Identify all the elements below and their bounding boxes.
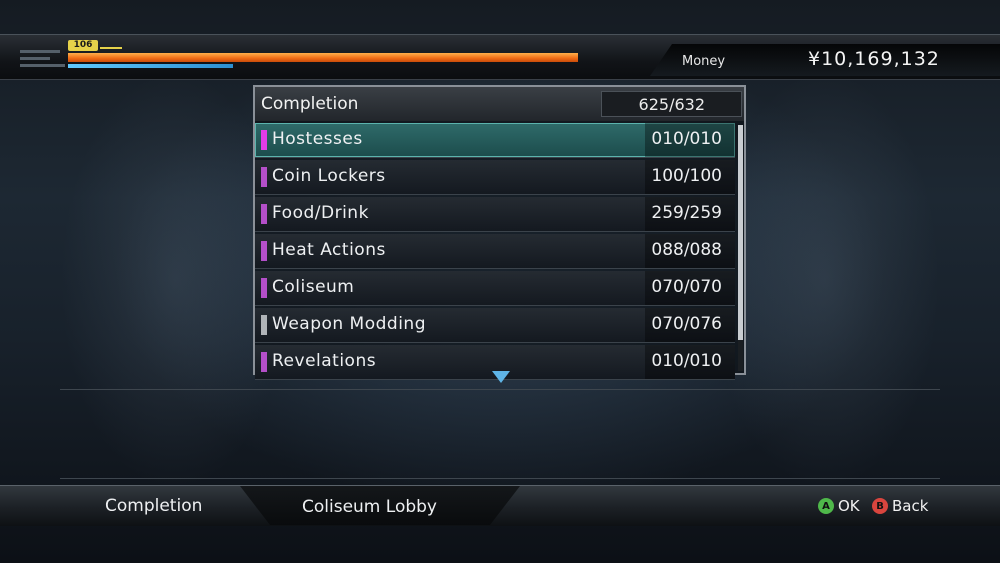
hud-stripe bbox=[20, 64, 65, 67]
menu-name: Completion bbox=[105, 496, 203, 516]
count-box: 259/259 bbox=[645, 197, 735, 231]
category-marker bbox=[261, 352, 267, 372]
list-item-count: 100/100 bbox=[651, 166, 722, 186]
category-marker bbox=[261, 278, 267, 298]
count-box: 070/070 bbox=[645, 271, 735, 305]
level-badge: 106 bbox=[68, 40, 98, 51]
scrollbar-thumb[interactable] bbox=[738, 125, 743, 340]
list-item-count: 010/010 bbox=[651, 129, 722, 149]
panel-header: Completion 625/632 bbox=[255, 87, 744, 121]
list-item-label: Coin Lockers bbox=[272, 166, 386, 186]
ok-button[interactable]: A OK bbox=[818, 497, 860, 515]
level-indicator-line bbox=[100, 47, 122, 49]
money-value: ¥10,169,132 bbox=[808, 48, 940, 70]
list-item-label: Revelations bbox=[272, 351, 377, 371]
list-item-label: Coliseum bbox=[272, 277, 355, 297]
back-label: Back bbox=[892, 497, 929, 515]
count-box: 100/100 bbox=[645, 160, 735, 194]
category-marker bbox=[261, 241, 267, 261]
list-item-label: Weapon Modding bbox=[272, 314, 426, 334]
b-button-icon: B bbox=[872, 498, 888, 514]
count-box: 010/010 bbox=[645, 345, 735, 379]
completion-list: Hostesses 010/010 Coin Lockers 100/100 Food/… bbox=[255, 123, 735, 382]
description-divider-top bbox=[60, 389, 940, 390]
count-box: 088/088 bbox=[645, 234, 735, 268]
health-bar-fill bbox=[68, 53, 578, 62]
list-item-count: 259/259 bbox=[651, 203, 722, 223]
completion-total: 625/632 bbox=[638, 95, 705, 114]
count-box: 010/010 bbox=[645, 123, 735, 157]
list-item-label: Food/Drink bbox=[272, 203, 369, 223]
list-item-count: 070/070 bbox=[651, 277, 722, 297]
category-marker bbox=[261, 315, 267, 335]
list-item-label: Hostesses bbox=[272, 129, 363, 149]
ok-label: OK bbox=[838, 497, 860, 515]
count-box: 070/076 bbox=[645, 308, 735, 342]
list-item[interactable]: Weapon Modding 070/076 bbox=[255, 308, 735, 343]
a-button-icon: A bbox=[818, 498, 834, 514]
category-marker bbox=[261, 204, 267, 224]
money-label: Money bbox=[682, 54, 726, 69]
list-item[interactable]: Heat Actions 088/088 bbox=[255, 234, 735, 269]
description-divider-bottom bbox=[60, 478, 940, 479]
scrollbar[interactable] bbox=[738, 125, 743, 371]
back-button[interactable]: B Back bbox=[872, 497, 928, 515]
location-name: Coliseum Lobby bbox=[302, 497, 437, 517]
list-item[interactable]: Coliseum 070/070 bbox=[255, 271, 735, 306]
completion-panel: Completion 625/632 Hostesses 010/010 Coin … bbox=[253, 85, 746, 380]
scroll-down-arrow-icon[interactable] bbox=[492, 371, 510, 383]
heat-gauge bbox=[68, 64, 233, 68]
list-item[interactable]: Hostesses 010/010 bbox=[255, 123, 735, 158]
list-item-count: 070/076 bbox=[651, 314, 722, 334]
panel-title: Completion bbox=[261, 94, 359, 114]
list-item-count: 010/010 bbox=[651, 351, 722, 371]
list-item[interactable]: Food/Drink 259/259 bbox=[255, 197, 735, 232]
list-item-label: Heat Actions bbox=[272, 240, 386, 260]
list-item-count: 088/088 bbox=[651, 240, 722, 260]
health-bar bbox=[68, 53, 578, 62]
hud-stripe bbox=[20, 50, 60, 53]
list-item[interactable]: Coin Lockers 100/100 bbox=[255, 160, 735, 195]
category-marker bbox=[261, 130, 267, 150]
category-marker bbox=[261, 167, 267, 187]
completion-total-box: 625/632 bbox=[601, 91, 742, 117]
hud-stripe bbox=[20, 57, 50, 60]
